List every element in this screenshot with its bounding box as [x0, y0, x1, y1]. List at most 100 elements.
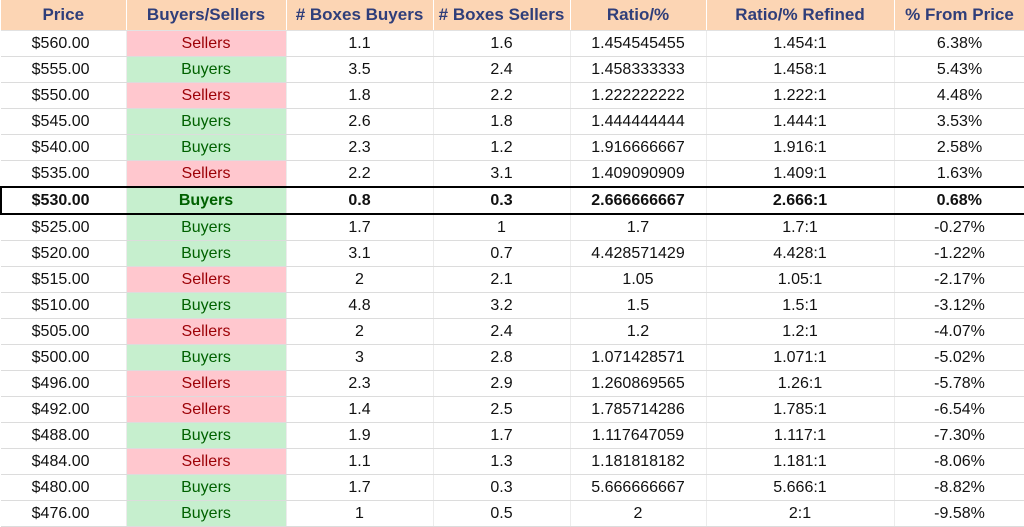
ratio-cell[interactable]: 1.117647059	[570, 422, 707, 449]
ratio-refined-cell[interactable]: 4.428:1	[706, 240, 895, 267]
price-cell[interactable]: $500.00	[1, 344, 127, 371]
pct-from-price-cell[interactable]: -5.78%	[894, 370, 1024, 397]
boxes-sellers-cell[interactable]: 2.5	[433, 396, 571, 423]
price-cell[interactable]: $545.00	[1, 108, 127, 135]
ratio-refined-cell[interactable]: 1.2:1	[706, 318, 895, 345]
ratio-cell[interactable]: 1.454545455	[570, 30, 707, 57]
boxes-sellers-cell[interactable]: 2.1	[433, 266, 571, 293]
side-cell[interactable]: Buyers	[126, 56, 287, 83]
boxes-buyers-cell[interactable]: 1.4	[286, 396, 434, 423]
side-cell[interactable]: Buyers	[126, 186, 287, 215]
boxes-sellers-cell[interactable]: 2.2	[433, 82, 571, 109]
side-cell[interactable]: Sellers	[126, 30, 287, 57]
boxes-buyers-cell[interactable]: 1.1	[286, 448, 434, 475]
side-cell[interactable]: Sellers	[126, 82, 287, 109]
boxes-buyers-cell[interactable]: 1.9	[286, 422, 434, 449]
price-cell[interactable]: $530.00	[0, 186, 127, 215]
ratio-refined-cell[interactable]: 1.409:1	[706, 160, 895, 188]
pct-from-price-cell[interactable]: -2.17%	[894, 266, 1024, 293]
pct-from-price-cell[interactable]: -5.02%	[894, 344, 1024, 371]
price-cell[interactable]: $476.00	[1, 500, 127, 527]
ratio-refined-cell[interactable]: 1.444:1	[706, 108, 895, 135]
ratio-refined-cell[interactable]: 1.5:1	[706, 292, 895, 319]
side-cell[interactable]: Buyers	[126, 240, 287, 267]
side-cell[interactable]: Sellers	[126, 370, 287, 397]
boxes-sellers-cell[interactable]: 1	[433, 214, 571, 241]
boxes-sellers-cell[interactable]: 2.4	[433, 56, 571, 83]
ratio-refined-cell[interactable]: 1.222:1	[706, 82, 895, 109]
boxes-sellers-cell[interactable]: 0.3	[433, 186, 571, 215]
side-cell[interactable]: Buyers	[126, 500, 287, 527]
ratio-refined-cell[interactable]: 1.785:1	[706, 396, 895, 423]
ratio-cell[interactable]: 1.071428571	[570, 344, 707, 371]
header-boxes-buyers[interactable]: # Boxes Buyers	[286, 0, 434, 31]
side-cell[interactable]: Sellers	[126, 160, 287, 188]
boxes-sellers-cell[interactable]: 1.2	[433, 134, 571, 161]
boxes-sellers-cell[interactable]: 1.8	[433, 108, 571, 135]
boxes-buyers-cell[interactable]: 2.6	[286, 108, 434, 135]
boxes-buyers-cell[interactable]: 1.1	[286, 30, 434, 57]
boxes-buyers-cell[interactable]: 1.8	[286, 82, 434, 109]
price-cell[interactable]: $515.00	[1, 266, 127, 293]
side-cell[interactable]: Buyers	[126, 474, 287, 501]
pct-from-price-cell[interactable]: -6.54%	[894, 396, 1024, 423]
side-cell[interactable]: Sellers	[126, 448, 287, 475]
price-cell[interactable]: $484.00	[1, 448, 127, 475]
ratio-refined-cell[interactable]: 1.05:1	[706, 266, 895, 293]
pct-from-price-cell[interactable]: 1.63%	[894, 160, 1024, 188]
ratio-cell[interactable]: 1.260869565	[570, 370, 707, 397]
side-cell[interactable]: Buyers	[126, 344, 287, 371]
header-ratio-refined[interactable]: Ratio/% Refined	[706, 0, 895, 31]
boxes-buyers-cell[interactable]: 1	[286, 500, 434, 527]
price-cell[interactable]: $505.00	[1, 318, 127, 345]
ratio-cell[interactable]: 2.666666667	[570, 186, 707, 215]
boxes-buyers-cell[interactable]: 2	[286, 318, 434, 345]
side-cell[interactable]: Buyers	[126, 108, 287, 135]
ratio-cell[interactable]: 1.458333333	[570, 56, 707, 83]
ratio-refined-cell[interactable]: 1.458:1	[706, 56, 895, 83]
boxes-buyers-cell[interactable]: 3.5	[286, 56, 434, 83]
ratio-refined-cell[interactable]: 1.7:1	[706, 214, 895, 241]
ratio-cell[interactable]: 1.916666667	[570, 134, 707, 161]
side-cell[interactable]: Buyers	[126, 292, 287, 319]
price-cell[interactable]: $480.00	[1, 474, 127, 501]
pct-from-price-cell[interactable]: -3.12%	[894, 292, 1024, 319]
ratio-refined-cell[interactable]: 2:1	[706, 500, 895, 527]
boxes-sellers-cell[interactable]: 0.5	[433, 500, 571, 527]
boxes-sellers-cell[interactable]: 3.1	[433, 160, 571, 188]
boxes-sellers-cell[interactable]: 3.2	[433, 292, 571, 319]
ratio-refined-cell[interactable]: 1.181:1	[706, 448, 895, 475]
price-cell[interactable]: $520.00	[1, 240, 127, 267]
price-cell[interactable]: $535.00	[1, 160, 127, 188]
boxes-buyers-cell[interactable]: 3	[286, 344, 434, 371]
ratio-cell[interactable]: 1.05	[570, 266, 707, 293]
price-cell[interactable]: $488.00	[1, 422, 127, 449]
boxes-sellers-cell[interactable]: 0.7	[433, 240, 571, 267]
ratio-refined-cell[interactable]: 1.117:1	[706, 422, 895, 449]
header-pct-from-price[interactable]: % From Price	[894, 0, 1024, 31]
ratio-refined-cell[interactable]: 1.916:1	[706, 134, 895, 161]
pct-from-price-cell[interactable]: 3.53%	[894, 108, 1024, 135]
ratio-refined-cell[interactable]: 5.666:1	[706, 474, 895, 501]
boxes-sellers-cell[interactable]: 2.8	[433, 344, 571, 371]
price-cell[interactable]: $492.00	[1, 396, 127, 423]
boxes-sellers-cell[interactable]: 0.3	[433, 474, 571, 501]
side-cell[interactable]: Buyers	[126, 214, 287, 241]
boxes-buyers-cell[interactable]: 1.7	[286, 214, 434, 241]
pct-from-price-cell[interactable]: -8.82%	[894, 474, 1024, 501]
boxes-buyers-cell[interactable]: 2.3	[286, 370, 434, 397]
ratio-refined-cell[interactable]: 2.666:1	[706, 186, 895, 215]
ratio-refined-cell[interactable]: 1.26:1	[706, 370, 895, 397]
boxes-sellers-cell[interactable]: 2.4	[433, 318, 571, 345]
boxes-sellers-cell[interactable]: 1.7	[433, 422, 571, 449]
boxes-buyers-cell[interactable]: 2.3	[286, 134, 434, 161]
pct-from-price-cell[interactable]: 6.38%	[894, 30, 1024, 57]
pct-from-price-cell[interactable]: 5.43%	[894, 56, 1024, 83]
boxes-buyers-cell[interactable]: 4.8	[286, 292, 434, 319]
ratio-refined-cell[interactable]: 1.454:1	[706, 30, 895, 57]
pct-from-price-cell[interactable]: -8.06%	[894, 448, 1024, 475]
header-ratio[interactable]: Ratio/%	[570, 0, 707, 31]
ratio-cell[interactable]: 1.785714286	[570, 396, 707, 423]
price-cell[interactable]: $510.00	[1, 292, 127, 319]
ratio-cell[interactable]: 1.7	[570, 214, 707, 241]
